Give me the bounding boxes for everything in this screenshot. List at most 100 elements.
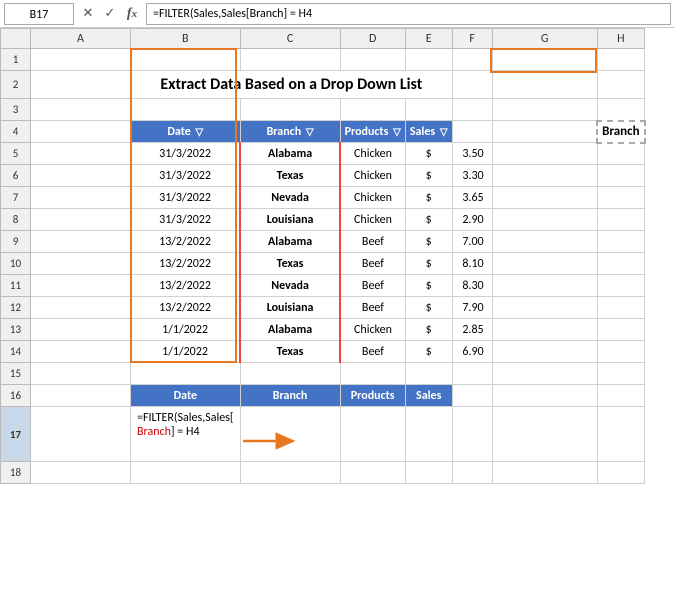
col-header-e[interactable]: E xyxy=(405,29,452,49)
product-12[interactable]: Beef xyxy=(340,297,405,319)
date-5[interactable]: 31/3/2022 xyxy=(131,143,241,165)
cell-g18[interactable] xyxy=(492,462,597,484)
cell-c1[interactable] xyxy=(240,49,340,71)
products-dropdown-icon[interactable]: ▽ xyxy=(393,125,401,138)
formula-display-cell[interactable]: =FILTER(Sales,Sales[ Branch] = H4 xyxy=(131,407,241,462)
col-header-c[interactable]: C xyxy=(240,29,340,49)
cell-f2[interactable] xyxy=(452,71,492,99)
cell-h2[interactable] xyxy=(597,71,644,99)
branch-12[interactable]: Louisiana xyxy=(240,297,340,319)
cell-h17[interactable] xyxy=(597,407,644,462)
cell-a5[interactable] xyxy=(31,143,131,165)
date-dropdown-icon[interactable]: ▽ xyxy=(196,125,204,138)
cell-h1[interactable] xyxy=(597,49,644,71)
product-11[interactable]: Beef xyxy=(340,275,405,297)
date-12[interactable]: 13/2/2022 xyxy=(131,297,241,319)
cell-a2[interactable] xyxy=(31,71,131,99)
header2-date[interactable]: Date xyxy=(131,385,241,407)
cell-g1[interactable] xyxy=(492,49,597,71)
header-branch[interactable]: Branch ▽ xyxy=(240,121,340,143)
cell-g15[interactable] xyxy=(492,363,597,385)
product-8[interactable]: Chicken xyxy=(340,209,405,231)
cell-g13[interactable] xyxy=(492,319,597,341)
cell-g4[interactable] xyxy=(492,121,597,143)
cell-a17[interactable] xyxy=(31,407,131,462)
cell-a1[interactable] xyxy=(31,49,131,71)
cell-g2[interactable] xyxy=(492,71,597,99)
cell-e1[interactable] xyxy=(405,49,452,71)
cell-b18[interactable] xyxy=(131,462,241,484)
date-14[interactable]: 1/1/2022 xyxy=(131,341,241,363)
cell-a15[interactable] xyxy=(31,363,131,385)
cell-h15[interactable] xyxy=(597,363,644,385)
cell-h13[interactable] xyxy=(597,319,644,341)
cell-a6[interactable] xyxy=(31,165,131,187)
cell-g6[interactable] xyxy=(492,165,597,187)
header-sales[interactable]: Sales ▽ xyxy=(405,121,452,143)
cell-h18[interactable] xyxy=(597,462,644,484)
cell-f3[interactable] xyxy=(452,99,492,121)
cell-a11[interactable] xyxy=(31,275,131,297)
date-13[interactable]: 1/1/2022 xyxy=(131,319,241,341)
cell-c3[interactable] xyxy=(240,99,340,121)
cell-g12[interactable] xyxy=(492,297,597,319)
cell-d17[interactable] xyxy=(340,407,405,462)
cell-a14[interactable] xyxy=(31,341,131,363)
cell-c18[interactable] xyxy=(240,462,340,484)
date-8[interactable]: 31/3/2022 xyxy=(131,209,241,231)
branch-8[interactable]: Louisiana xyxy=(240,209,340,231)
cell-a10[interactable] xyxy=(31,253,131,275)
product-5[interactable]: Chicken xyxy=(340,143,405,165)
product-10[interactable]: Beef xyxy=(340,253,405,275)
cell-e15[interactable] xyxy=(405,363,452,385)
product-7[interactable]: Chicken xyxy=(340,187,405,209)
sales-dropdown-icon[interactable]: ▽ xyxy=(440,125,448,138)
cell-f18[interactable] xyxy=(452,462,492,484)
col-header-a[interactable]: A xyxy=(31,29,131,49)
header-date[interactable]: Date ▽ xyxy=(131,121,241,143)
confirm-icon[interactable]: ✓ xyxy=(100,4,120,24)
header2-sales[interactable]: Sales xyxy=(405,385,452,407)
branch-dropdown-icon[interactable]: ▽ xyxy=(306,125,314,138)
cell-g17[interactable] xyxy=(492,407,597,462)
cell-b1[interactable] xyxy=(131,49,241,71)
cell-g5[interactable] xyxy=(492,143,597,165)
cell-b3[interactable] xyxy=(131,99,241,121)
branch-6[interactable]: Texas xyxy=(240,165,340,187)
cell-e3[interactable] xyxy=(405,99,452,121)
col-header-g[interactable]: G xyxy=(492,29,597,49)
cell-a16[interactable] xyxy=(31,385,131,407)
product-14[interactable]: Beef xyxy=(340,341,405,363)
cell-a13[interactable] xyxy=(31,319,131,341)
cell-d15[interactable] xyxy=(340,363,405,385)
cell-h9[interactable] xyxy=(597,231,644,253)
header2-products[interactable]: Products xyxy=(340,385,405,407)
cell-h8[interactable] xyxy=(597,209,644,231)
cancel-icon[interactable]: ✕ xyxy=(78,4,98,24)
cell-g11[interactable] xyxy=(492,275,597,297)
cell-g10[interactable] xyxy=(492,253,597,275)
cell-a4[interactable] xyxy=(31,121,131,143)
cell-h5[interactable] xyxy=(597,143,644,165)
product-9[interactable]: Beef xyxy=(340,231,405,253)
cell-g9[interactable] xyxy=(492,231,597,253)
cell-g16[interactable] xyxy=(492,385,597,407)
product-13[interactable]: Chicken xyxy=(340,319,405,341)
date-10[interactable]: 13/2/2022 xyxy=(131,253,241,275)
cell-h6[interactable] xyxy=(597,165,644,187)
branch-10[interactable]: Texas xyxy=(240,253,340,275)
branch-11[interactable]: Nevada xyxy=(240,275,340,297)
col-header-f[interactable]: F xyxy=(452,29,492,49)
cell-a18[interactable] xyxy=(31,462,131,484)
branch-dropdown-cell[interactable]: Branch xyxy=(597,121,644,143)
cell-g8[interactable] xyxy=(492,209,597,231)
cell-d3[interactable] xyxy=(340,99,405,121)
date-6[interactable]: 31/3/2022 xyxy=(131,165,241,187)
cell-d1[interactable] xyxy=(340,49,405,71)
header-products[interactable]: Products ▽ xyxy=(340,121,405,143)
cell-h12[interactable] xyxy=(597,297,644,319)
col-header-b[interactable]: B xyxy=(131,29,241,49)
col-header-h[interactable]: H xyxy=(597,29,644,49)
cell-h16[interactable] xyxy=(597,385,644,407)
branch-7[interactable]: Nevada xyxy=(240,187,340,209)
